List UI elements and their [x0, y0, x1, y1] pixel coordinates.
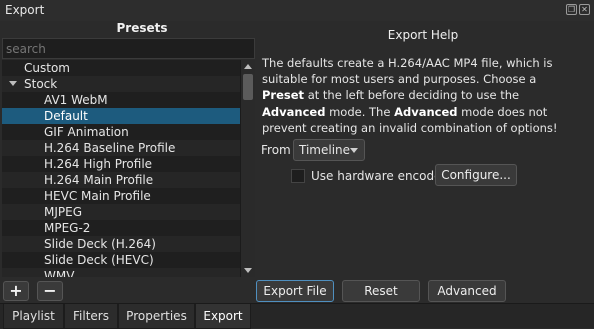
preset-item-label: MPEG-2 [44, 221, 91, 235]
preset-item[interactable]: H.264 Main Profile [2, 172, 240, 188]
from-label: From [261, 143, 291, 157]
add-preset-button[interactable]: + [3, 281, 29, 301]
preset-item-label: H.264 Main Profile [44, 173, 154, 187]
tab-properties[interactable]: Properties [118, 304, 195, 329]
scroll-down-icon[interactable] [244, 268, 252, 273]
tab-export-label: Export [203, 309, 243, 323]
float-icon[interactable]: ❐ [566, 4, 577, 15]
export-help-text: The defaults create a H.264/AAC MP4 file… [262, 55, 582, 136]
preset-item-label: H.264 High Profile [44, 157, 153, 171]
close-icon[interactable]: ✕ [579, 4, 590, 15]
preset-item-label: WMV [44, 269, 75, 277]
help-text-segment: at the left before deciding to use the [304, 88, 520, 103]
help-text-emphasis: Preset [262, 88, 305, 103]
tab-properties-label: Properties [126, 309, 187, 323]
tab-playlist-label: Playlist [12, 309, 55, 323]
configure-button[interactable]: Configure... [435, 164, 517, 186]
tab-playlist[interactable]: Playlist [3, 304, 64, 329]
preset-item-label: GIF Animation [44, 125, 129, 139]
window-title: Export [5, 3, 45, 17]
preset-item[interactable]: H.264 Baseline Profile [2, 140, 240, 156]
reset-button-label: Reset [364, 284, 398, 298]
plus-icon: + [9, 281, 23, 300]
preset-item[interactable]: GIF Animation [2, 124, 240, 140]
preset-item[interactable]: HEVC Main Profile [2, 188, 240, 204]
presets-tree[interactable]: Custom Stock AV1 WebM Default GIF Animation H… [2, 60, 240, 277]
reset-button[interactable]: Reset [342, 280, 420, 302]
preset-item[interactable]: WMV [2, 268, 240, 277]
export-file-button-label: Export File [263, 284, 327, 298]
advanced-button-label: Advanced [437, 284, 497, 298]
preset-item[interactable]: MPEG-2 [2, 220, 240, 236]
presets-search-input[interactable] [2, 38, 255, 59]
tab-export[interactable]: Export [195, 304, 251, 329]
from-dropdown-value: Timeline [299, 143, 351, 157]
hardware-encoder-label: Use hardware encoder [311, 169, 447, 183]
tab-filters-label: Filters [73, 309, 109, 323]
scroll-thumb[interactable] [243, 74, 253, 100]
export-help-heading: Export Help [387, 28, 459, 42]
preset-item-label: Custom [24, 61, 70, 75]
preset-item[interactable]: Stock [2, 76, 240, 92]
preset-item[interactable]: AV1 WebM [2, 92, 240, 108]
help-text-emphasis: Advanced [394, 104, 458, 119]
preset-item[interactable]: Slide Deck (HEVC) [2, 252, 240, 268]
help-text-segment: mode. The [325, 104, 395, 119]
preset-item[interactable]: Default [2, 108, 240, 124]
help-text-emphasis: Advanced [262, 104, 326, 119]
advanced-button[interactable]: Advanced [428, 280, 506, 302]
preset-item[interactable]: MJPEG [2, 204, 240, 220]
preset-item-label: MJPEG [44, 205, 83, 219]
minus-icon: − [43, 281, 57, 300]
preset-item-label: Slide Deck (H.264) [44, 237, 156, 251]
preset-item-label: Stock [24, 77, 58, 91]
preset-item[interactable]: H.264 High Profile [2, 156, 240, 172]
preset-item-label: HEVC Main Profile [44, 189, 151, 203]
presets-heading: Presets [116, 21, 168, 35]
presets-scrollbar[interactable] [240, 60, 255, 277]
preset-item-label: AV1 WebM [44, 93, 108, 107]
help-text-segment: The defaults create a H.264/AAC MP4 file… [262, 56, 553, 87]
chevron-down-icon [350, 148, 358, 153]
preset-item[interactable]: Custom [2, 60, 240, 76]
configure-button-label: Configure... [441, 168, 511, 182]
tab-filters[interactable]: Filters [64, 304, 118, 329]
chevron-down-icon[interactable] [9, 81, 17, 86]
preset-item-label: Slide Deck (HEVC) [44, 253, 154, 267]
preset-item-label: H.264 Baseline Profile [44, 141, 176, 155]
title-bar: Export ❐ ✕ [0, 0, 594, 21]
export-file-button[interactable]: Export File [256, 280, 334, 302]
hardware-encoder-checkbox[interactable] [291, 169, 305, 183]
from-dropdown[interactable]: Timeline [293, 139, 365, 161]
preset-item[interactable]: Slide Deck (H.264) [2, 236, 240, 252]
scroll-up-icon[interactable] [244, 64, 252, 69]
preset-item-label: Default [44, 109, 88, 123]
dock-tabs: Playlist Filters Properties Export [0, 303, 594, 329]
remove-preset-button[interactable]: − [37, 281, 63, 301]
